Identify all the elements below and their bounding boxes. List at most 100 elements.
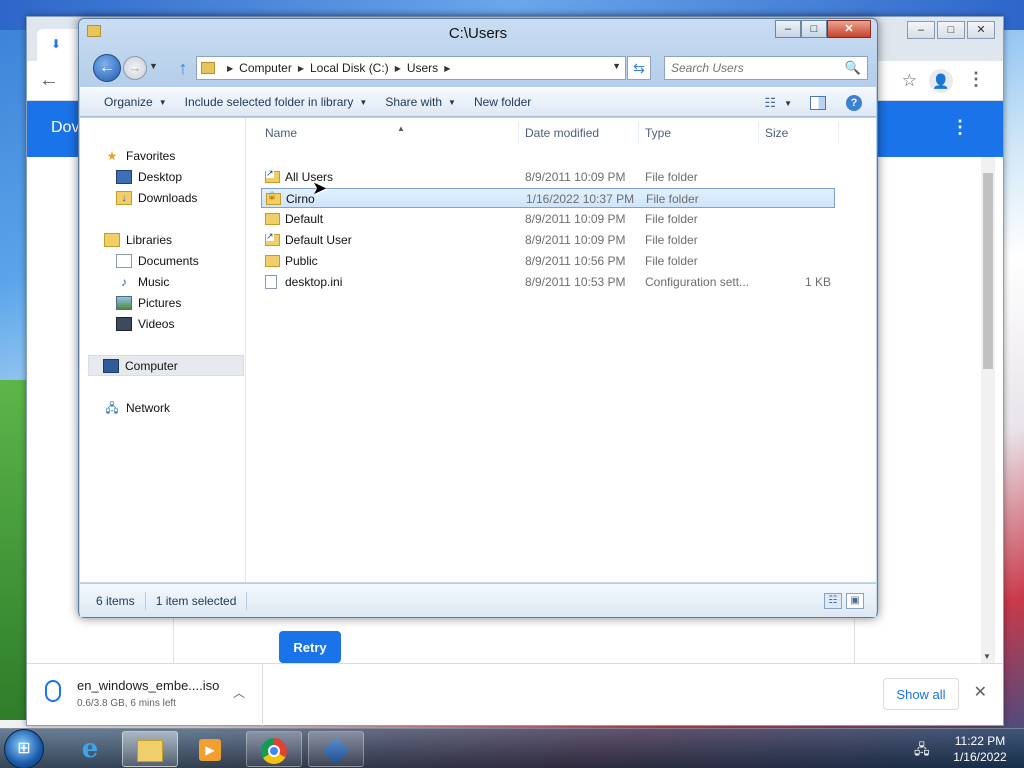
table-row[interactable]: Default User 8/9/2011 10:09 PM File fold… bbox=[261, 230, 835, 250]
address-dropdown-icon[interactable]: ▼ bbox=[612, 61, 621, 71]
breadcrumb-arrow-icon[interactable]: ▶ bbox=[444, 64, 450, 73]
folder-icon bbox=[265, 213, 280, 225]
page-header-text: Dov bbox=[51, 119, 80, 136]
page-scrollbar[interactable]: ▼ bbox=[981, 157, 995, 663]
table-row[interactable]: desktop.ini 8/9/2011 10:53 PM Configurat… bbox=[261, 272, 835, 292]
page-menu-icon[interactable]: ⋮ bbox=[951, 117, 969, 138]
scroll-down-icon[interactable]: ▼ bbox=[983, 652, 991, 661]
download-item[interactable]: en_windows_embe....iso 0.6/3.8 GB, 6 min… bbox=[27, 664, 263, 726]
details-view-icon[interactable]: ☷ bbox=[824, 593, 842, 609]
retry-button[interactable]: Retry bbox=[279, 631, 341, 663]
navigation-pane: ★ Favorites Desktop ↓ Downloads Librarie… bbox=[80, 118, 246, 582]
maximize-button[interactable]: □ bbox=[937, 21, 965, 39]
nav-item-label: Desktop bbox=[138, 169, 183, 184]
table-row[interactable]: All Users 8/9/2011 10:09 PM File folder bbox=[261, 167, 835, 187]
organize-button[interactable]: Organize ▼ bbox=[104, 95, 167, 109]
file-name: Cirno bbox=[286, 192, 315, 206]
taskbar-chrome[interactable] bbox=[246, 731, 302, 767]
taskbar-media-player[interactable]: ▶ bbox=[182, 731, 238, 767]
system-clock[interactable]: 11:22 PM 1/16/2022 bbox=[940, 733, 1020, 765]
libraries-icon bbox=[104, 232, 120, 247]
view-options-dropdown-icon[interactable]: ▼ bbox=[784, 99, 792, 108]
include-label: Include selected folder in library bbox=[184, 95, 354, 109]
column-header-name[interactable]: Name ▲ bbox=[261, 122, 519, 144]
breadcrumb-arrow-icon[interactable]: ▶ bbox=[227, 64, 233, 73]
include-in-library-button[interactable]: Include selected folder in library ▼ bbox=[185, 95, 368, 109]
table-row[interactable]: Default 8/9/2011 10:09 PM File folder bbox=[261, 209, 835, 229]
nav-item-label: Network bbox=[126, 400, 171, 415]
taskbar-virtualbox[interactable] bbox=[308, 731, 364, 767]
close-button[interactable]: ✕ bbox=[967, 21, 995, 39]
nav-item-network[interactable]: 🖧 Network bbox=[104, 397, 268, 418]
sort-ascending-icon: ▲ bbox=[397, 124, 405, 133]
back-button[interactable]: ← bbox=[93, 54, 121, 82]
nav-item-label: Libraries bbox=[126, 232, 173, 247]
nav-item-label: Videos bbox=[138, 316, 175, 331]
menu-icon[interactable]: ⋮ bbox=[967, 69, 985, 90]
shortcut-folder-icon bbox=[265, 169, 280, 183]
file-type: File folder bbox=[645, 254, 698, 268]
chevron-up-icon[interactable]: ︿ bbox=[233, 684, 245, 701]
search-icon[interactable]: 🔍 bbox=[845, 60, 861, 76]
file-type: Configuration sett... bbox=[645, 275, 750, 289]
file-date: 8/9/2011 10:09 PM bbox=[525, 233, 626, 247]
caret-down-icon: ▼ bbox=[448, 97, 456, 107]
videos-icon bbox=[116, 316, 132, 331]
search-box[interactable]: 🔍 bbox=[664, 56, 868, 80]
nav-item-label: Favorites bbox=[126, 148, 176, 163]
taskbar-internet-explorer[interactable]: e bbox=[62, 731, 118, 767]
table-row[interactable]: Public 8/9/2011 10:56 PM File folder bbox=[261, 251, 835, 271]
back-arrow-icon[interactable]: ← bbox=[39, 70, 61, 92]
nav-item-label: Documents bbox=[138, 253, 199, 268]
start-button[interactable]: ⊞ bbox=[4, 729, 44, 768]
breadcrumb-local-disk[interactable]: Local Disk (C:) bbox=[310, 61, 389, 75]
recent-pages-dropdown[interactable]: ▼ bbox=[149, 61, 158, 71]
new-folder-button[interactable]: New folder bbox=[474, 95, 531, 109]
large-icons-view-icon[interactable]: ▣ bbox=[846, 593, 864, 609]
change-view-icon[interactable]: ☷ bbox=[764, 95, 776, 111]
help-icon[interactable]: ? bbox=[846, 95, 862, 111]
explorer-window-controls: – □ ✕ bbox=[775, 20, 871, 38]
nav-item-libraries[interactable]: Libraries bbox=[104, 229, 268, 250]
file-icon bbox=[265, 275, 277, 289]
file-date: 1/16/2022 10:37 PM bbox=[526, 192, 635, 206]
network-tray-icon[interactable]: 🖧 bbox=[914, 739, 930, 763]
forward-button[interactable]: → bbox=[123, 56, 147, 80]
preview-pane-icon[interactable] bbox=[810, 96, 826, 110]
file-name: desktop.ini bbox=[285, 275, 343, 289]
search-input[interactable] bbox=[671, 57, 841, 79]
documents-icon bbox=[116, 253, 132, 268]
share-with-button[interactable]: Share with ▼ bbox=[385, 95, 456, 109]
minimize-button[interactable]: – bbox=[775, 20, 801, 38]
close-button[interactable]: ✕ bbox=[827, 20, 871, 38]
breadcrumb-arrow-icon[interactable]: ▶ bbox=[395, 64, 401, 73]
column-header-date[interactable]: Date modified bbox=[519, 122, 639, 144]
show-all-button[interactable]: Show all bbox=[883, 678, 959, 710]
breadcrumb-computer[interactable]: Computer bbox=[239, 61, 292, 75]
profile-icon[interactable]: 👤 bbox=[929, 69, 953, 93]
nav-item-computer[interactable]: Computer bbox=[88, 355, 244, 376]
maximize-button[interactable]: □ bbox=[801, 20, 827, 38]
item-count: 6 items bbox=[80, 591, 146, 610]
breadcrumb-arrow-icon[interactable]: ▶ bbox=[298, 64, 304, 73]
up-arrow-icon[interactable]: ↑ bbox=[173, 57, 193, 79]
breadcrumb-users[interactable]: Users bbox=[407, 61, 438, 75]
nav-item-favorites[interactable]: ★ Favorites bbox=[104, 145, 268, 166]
column-header-type[interactable]: Type bbox=[639, 122, 759, 144]
computer-icon bbox=[103, 358, 119, 373]
nav-item-label: Computer bbox=[125, 358, 178, 373]
refresh-icon[interactable]: ⇆ bbox=[627, 56, 651, 80]
taskbar: ⊞ e ▶ 🖧 11:22 PM 1/16/2022 bbox=[0, 728, 1024, 768]
virtualbox-icon bbox=[322, 737, 350, 765]
table-row-selected[interactable]: Cirno 1/16/2022 10:37 PM File folder bbox=[261, 188, 835, 208]
desktop-icon bbox=[116, 169, 132, 184]
close-icon[interactable]: ✕ bbox=[974, 682, 987, 702]
locked-folder-icon bbox=[266, 192, 281, 205]
minimize-button[interactable]: – bbox=[907, 21, 935, 39]
pictures-icon bbox=[116, 295, 132, 310]
star-icon[interactable]: ☆ bbox=[902, 71, 917, 91]
column-header-size[interactable]: Size bbox=[759, 122, 839, 144]
scrollbar-thumb[interactable] bbox=[983, 173, 993, 369]
taskbar-windows-explorer[interactable] bbox=[122, 731, 178, 767]
address-bar[interactable]: ▶ Computer ▶ Local Disk (C:) ▶ Users ▶ ▼ bbox=[196, 56, 626, 80]
